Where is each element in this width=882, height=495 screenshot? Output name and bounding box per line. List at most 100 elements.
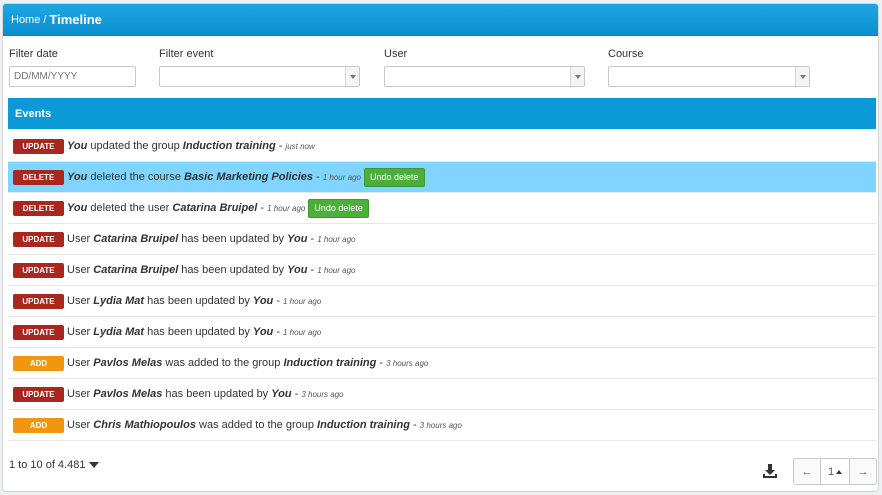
event-type-badge: ADD [13, 355, 64, 371]
event-time: 3 hours ago [301, 389, 344, 399]
event-text: updated the group [87, 140, 183, 152]
event-text: User [67, 295, 94, 307]
event-entity: Induction training [283, 357, 377, 369]
event-text: - [307, 233, 315, 245]
event-text: - [291, 388, 299, 400]
breadcrumb: Home / Timeline [3, 4, 878, 36]
chevron-down-icon [345, 67, 359, 86]
event-type-badge: ADD [13, 417, 64, 433]
event-type-badge: UPDATE [13, 262, 64, 278]
event-type-badge: DELETE [13, 169, 64, 185]
event-time: 1 hour ago [322, 172, 361, 182]
event-entity: You [252, 295, 274, 307]
event-type-badge: DELETE [13, 200, 64, 216]
breadcrumb-home-link[interactable]: Home [11, 14, 40, 26]
event-entity: You [271, 388, 292, 400]
event-entity: Pavlos Melas [93, 357, 163, 369]
event-entity: Pavlos Melas [93, 388, 163, 400]
event-time: just now [285, 141, 315, 151]
event-entity: You [67, 140, 88, 152]
event-row: ADD User Chris Mathiopoulos was added to … [8, 410, 876, 441]
events-list: UPDATE You updated the group Induction tr… [8, 131, 876, 441]
event-entity: Induction training [182, 140, 276, 152]
event-type-badge: UPDATE [13, 231, 64, 247]
event-row: UPDATE User Lydia Mat has been updated by… [8, 317, 876, 348]
event-text: - [257, 202, 265, 214]
results-count-dropdown[interactable]: 1 to 10 of 4.481 [9, 459, 100, 471]
event-entity: Basic Marketing Policies [184, 171, 313, 183]
event-entity: You [252, 326, 274, 338]
current-page: 1 [827, 465, 835, 478]
filter-event-select[interactable] [159, 66, 360, 87]
event-time: 1 hour ago [317, 234, 356, 244]
event-row: DELETE You deleted the course Basic Marke… [8, 162, 876, 193]
filter-date-label: Filter date [9, 48, 58, 60]
event-entity: You [287, 264, 308, 276]
event-entity: Chris Mathiopoulos [93, 419, 196, 431]
event-text: User [67, 357, 94, 369]
event-row: DELETE You deleted the user Catarina Brui… [8, 193, 876, 224]
event-text: has been updated by [178, 264, 288, 276]
event-time: 3 hours ago [419, 420, 462, 430]
event-row: UPDATE You updated the group Induction tr… [8, 131, 876, 162]
filter-event-label: Filter event [159, 48, 214, 60]
event-text: was added to the group [162, 357, 284, 369]
event-entity: Lydia Mat [93, 295, 145, 307]
breadcrumb-separator: / [43, 13, 47, 26]
pagination: ← 1 → [793, 458, 877, 485]
event-time: 1 hour ago [283, 327, 322, 337]
event-row: UPDATE User Catarina Bruipel has been upd… [8, 224, 876, 255]
event-text: has been updated by [144, 295, 253, 307]
event-text: deleted the user [87, 202, 173, 214]
event-text: has been updated by [144, 326, 253, 338]
filter-date-input[interactable] [9, 66, 136, 87]
event-entity: You [287, 233, 308, 245]
undo-delete-button[interactable]: Undo delete [308, 198, 369, 218]
event-text: - [307, 264, 315, 276]
event-entity: You [67, 171, 88, 183]
event-entity: Catarina Bruipel [93, 233, 179, 245]
chevron-down-icon [570, 67, 584, 86]
event-row: ADD User Pavlos Melas was added to the gr… [8, 348, 876, 379]
event-type-badge: UPDATE [13, 138, 64, 154]
event-entity: Lydia Mat [93, 326, 145, 338]
event-text: User [67, 326, 94, 338]
page-title: Timeline [49, 12, 102, 27]
undo-delete-button[interactable]: Undo delete [364, 167, 425, 187]
event-entity: Induction training [317, 419, 410, 431]
filter-user-label: User [384, 48, 408, 60]
event-type-badge: UPDATE [13, 293, 64, 309]
events-header: Events [8, 98, 876, 129]
event-text: has been updated by [178, 233, 288, 245]
event-time: 3 hours ago [386, 358, 429, 368]
event-text: - [273, 295, 280, 307]
event-entity: Catarina Bruipel [172, 202, 258, 214]
timeline-panel: Home / Timeline Filter date Filter event… [2, 3, 879, 492]
next-page-button[interactable]: → [850, 459, 876, 484]
event-text: - [273, 326, 280, 338]
filter-user-select[interactable] [384, 66, 585, 87]
results-count: 1 to 10 of 4.481 [9, 459, 86, 471]
event-text: User [67, 419, 94, 431]
event-entity: Catarina Bruipel [93, 264, 179, 276]
event-text: was added to the group [195, 419, 318, 431]
previous-page-button[interactable]: ← [794, 459, 820, 484]
event-text: User [67, 388, 94, 400]
event-text: - [376, 357, 384, 369]
caret-up-icon [836, 469, 843, 474]
event-row: UPDATE User Catarina Bruipel has been upd… [8, 255, 876, 286]
event-row: UPDATE User Pavlos Melas has been updated… [8, 379, 876, 410]
event-text: User [67, 233, 94, 245]
event-text: - [313, 171, 320, 183]
event-text: - [275, 140, 283, 152]
event-text: User [67, 264, 94, 276]
event-entity: You [67, 202, 88, 214]
event-type-badge: UPDATE [13, 386, 64, 402]
page-select[interactable]: 1 [820, 459, 850, 484]
download-icon[interactable] [762, 463, 778, 479]
event-text: - [409, 419, 417, 431]
filter-course-select[interactable] [608, 66, 810, 87]
event-time: 1 hour ago [317, 265, 356, 275]
filters-bar: Filter date Filter event User Course [3, 48, 878, 93]
filter-course-label: Course [608, 48, 644, 60]
